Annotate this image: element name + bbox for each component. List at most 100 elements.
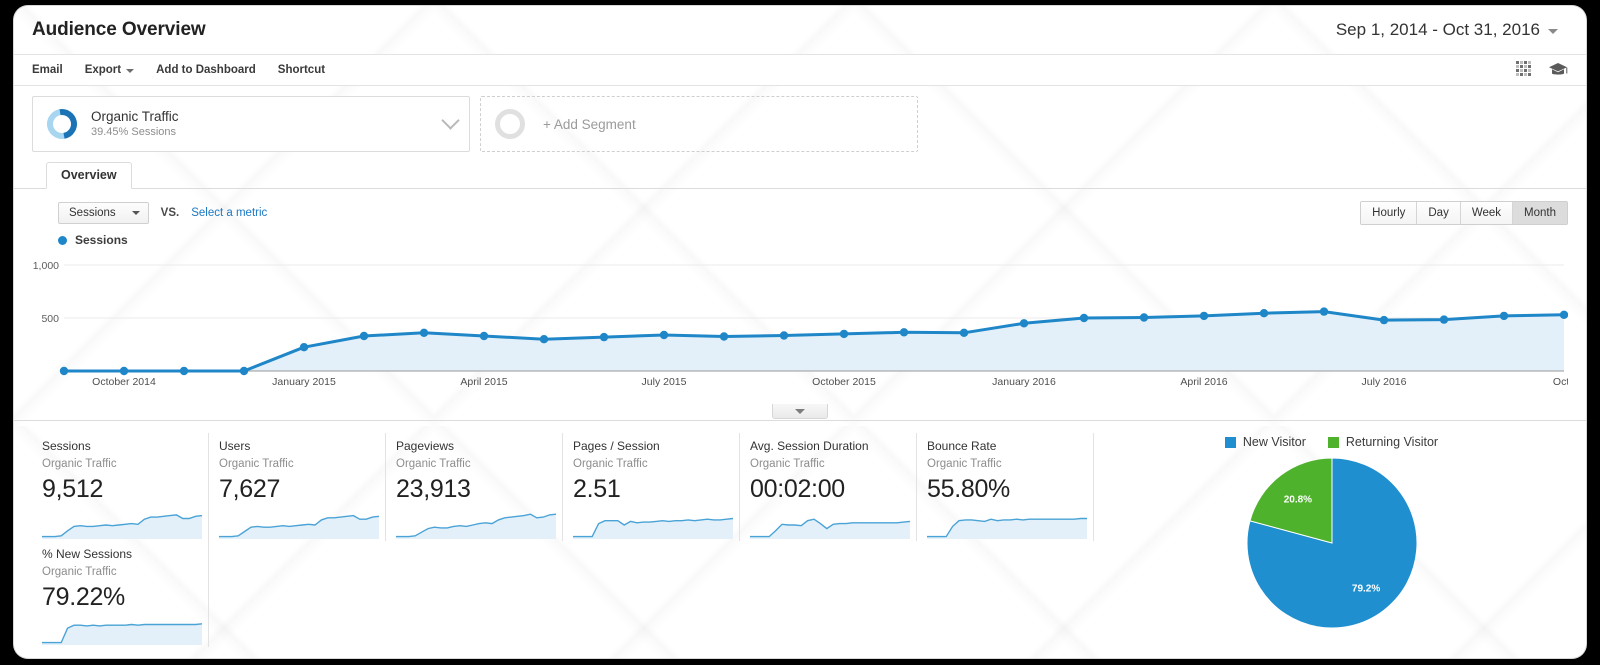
shortcut-button[interactable]: Shortcut bbox=[278, 64, 325, 76]
metric-sparkline bbox=[396, 513, 556, 539]
page-title: Audience Overview bbox=[32, 19, 206, 40]
segment-text: Organic Traffic 39.45% Sessions bbox=[91, 108, 179, 140]
metric-card-title: Users bbox=[219, 439, 251, 453]
metric-card-grid: Sessions Organic Traffic 9,512 Users Organic… bbox=[32, 421, 1095, 647]
metric-card-title: Pageviews bbox=[396, 439, 455, 453]
pie-slice-label: 20.8% bbox=[1283, 495, 1311, 506]
segment-name: Organic Traffic bbox=[91, 109, 179, 124]
chevron-down-icon bbox=[795, 408, 805, 414]
tab-bar: Overview bbox=[14, 161, 1586, 189]
chevron-down-icon[interactable] bbox=[441, 111, 460, 130]
metric-select-dropdown[interactable]: Sessions bbox=[58, 202, 149, 224]
metric-card-title: Bounce Rate bbox=[927, 439, 997, 453]
metric-card-value: 23,913 bbox=[396, 475, 471, 503]
metric-sparkline bbox=[42, 514, 202, 539]
pie-legend-returning-visitor[interactable]: Returning Visitor bbox=[1327, 435, 1438, 449]
metric-card-segment: Organic Traffic bbox=[927, 458, 1002, 470]
granularity-toggle-group: Hourly Day Week Month bbox=[1360, 201, 1568, 225]
email-button[interactable]: Email bbox=[32, 64, 63, 76]
svg-text:April 2016: April 2016 bbox=[1180, 376, 1227, 388]
collapse-chart-button[interactable] bbox=[772, 404, 828, 419]
svg-text:January 2016: January 2016 bbox=[992, 376, 1056, 388]
metric-card-value: 79.22% bbox=[42, 583, 125, 611]
metric-card[interactable]: Pages / Session Organic Traffic 2.51 bbox=[563, 433, 740, 541]
sessions-line-chart[interactable]: 500 1,000 October 2014 January 2015 April 20… bbox=[32, 253, 1568, 405]
chart-legend: Sessions bbox=[14, 227, 1586, 247]
graduation-cap-icon[interactable] bbox=[1548, 62, 1568, 78]
shortcut-label: Shortcut bbox=[277, 64, 326, 76]
metric-card-segment: Organic Traffic bbox=[42, 566, 117, 578]
metric-card[interactable]: Bounce Rate Organic Traffic 55.80% bbox=[917, 433, 1094, 541]
pie-legend: New Visitor Returning Visitor bbox=[1224, 435, 1438, 449]
legend-swatch-icon bbox=[1327, 436, 1339, 448]
metric-card-segment: Organic Traffic bbox=[42, 458, 117, 470]
export-label: Export bbox=[84, 64, 122, 76]
visitor-type-pie-chart[interactable]: 79.2% 20.8% bbox=[1244, 455, 1420, 631]
metric-card[interactable]: Users Organic Traffic 7,627 bbox=[209, 433, 386, 541]
legend-swatch-icon bbox=[1224, 436, 1236, 448]
svg-text:July 2016: July 2016 bbox=[1362, 376, 1407, 388]
pie-slice-label: 79.2% bbox=[1351, 584, 1379, 595]
empty-donut-icon bbox=[495, 109, 525, 139]
svg-text:1,000: 1,000 bbox=[33, 260, 59, 272]
metric-card-value: 2.51 bbox=[573, 475, 621, 503]
metric-card[interactable]: Sessions Organic Traffic 9,512 bbox=[32, 433, 209, 541]
pie-legend-label-0: New Visitor bbox=[1242, 435, 1306, 449]
svg-text:April 2015: April 2015 bbox=[460, 376, 507, 388]
bottom-panel: Sessions Organic Traffic 9,512 Users Organic… bbox=[14, 421, 1586, 647]
sessions-chart-svg: 500 1,000 October 2014 January 2015 April 20… bbox=[33, 260, 1568, 388]
metric-sparkline bbox=[573, 517, 733, 539]
svg-text:Octo: Octo bbox=[1553, 376, 1568, 388]
svg-text:October 2015: October 2015 bbox=[812, 376, 876, 388]
select-a-metric-link[interactable]: Select a metric bbox=[191, 207, 267, 219]
page-header: Audience Overview Sep 1, 2014 - Oct 31, … bbox=[14, 6, 1586, 54]
segment-organic-traffic[interactable]: Organic Traffic 39.45% Sessions bbox=[32, 96, 470, 152]
metric-card-segment: Organic Traffic bbox=[396, 458, 471, 470]
granularity-month[interactable]: Month bbox=[1513, 202, 1567, 224]
metric-card[interactable]: Avg. Session Duration Organic Traffic 00:0… bbox=[740, 433, 917, 541]
metric-card-value: 55.80% bbox=[927, 475, 1010, 503]
action-toolbar: Email Export Add to Dashboard Shortcut bbox=[14, 54, 1586, 86]
granularity-hourly[interactable]: Hourly bbox=[1361, 202, 1418, 224]
metric-card[interactable]: % New Sessions Organic Traffic 79.22% bbox=[32, 541, 209, 647]
metric-card-value: 9,512 bbox=[42, 475, 104, 503]
pie-legend-new-visitor[interactable]: New Visitor bbox=[1224, 435, 1306, 449]
export-button[interactable]: Export bbox=[84, 64, 135, 76]
qr-code-icon[interactable] bbox=[1516, 61, 1534, 79]
svg-text:500: 500 bbox=[41, 313, 59, 325]
date-range-picker[interactable]: Sep 1, 2014 - Oct 31, 2016 bbox=[1324, 17, 1568, 43]
metric-card-segment: Organic Traffic bbox=[573, 458, 648, 470]
svg-text:July 2015: July 2015 bbox=[642, 376, 687, 388]
legend-label-sessions: Sessions bbox=[75, 233, 128, 247]
granularity-day[interactable]: Day bbox=[1417, 202, 1461, 224]
metric-card-value: 00:02:00 bbox=[750, 475, 845, 503]
metric-card-segment: Organic Traffic bbox=[750, 458, 825, 470]
metric-sparkline bbox=[927, 517, 1087, 539]
tab-overview[interactable]: Overview bbox=[46, 162, 132, 189]
metric-card-title: Pages / Session bbox=[573, 439, 660, 453]
legend-dot-icon bbox=[58, 235, 67, 245]
metric-card-title: Sessions bbox=[42, 439, 91, 453]
segment-row: Organic Traffic 39.45% Sessions + Add Se… bbox=[14, 86, 1586, 152]
metric-card-value: 7,627 bbox=[219, 475, 281, 503]
chevron-down-icon bbox=[131, 211, 140, 215]
metric-controls: Sessions VS. Select a metric Hourly Day … bbox=[14, 189, 1586, 227]
segment-subtitle: 39.45% Sessions bbox=[91, 126, 176, 138]
metric-card-title: % New Sessions bbox=[42, 547, 133, 561]
svg-text:January 2015: January 2015 bbox=[272, 376, 336, 388]
chart-footer bbox=[14, 404, 1586, 421]
add-to-dashboard-button[interactable]: Add to Dashboard bbox=[156, 64, 256, 76]
email-label: Email bbox=[32, 64, 63, 76]
metric-sparkline bbox=[219, 514, 379, 539]
vs-label: VS. bbox=[160, 207, 180, 219]
add-to-dashboard-label: Add to Dashboard bbox=[156, 64, 256, 76]
metric-card[interactable]: Pageviews Organic Traffic 23,913 bbox=[386, 433, 563, 541]
add-segment-button[interactable]: + Add Segment bbox=[480, 96, 918, 152]
segment-donut-icon bbox=[41, 103, 83, 145]
granularity-week[interactable]: Week bbox=[1460, 202, 1514, 224]
visitor-type-pie-panel: New Visitor Returning Visitor 79.2% 20.8% bbox=[1095, 421, 1568, 647]
app-window: Audience Overview Sep 1, 2014 - Oct 31, … bbox=[14, 6, 1586, 658]
chevron-down-icon bbox=[126, 69, 135, 73]
add-segment-label: + Add Segment bbox=[543, 116, 636, 132]
metric-card-segment: Organic Traffic bbox=[219, 458, 294, 470]
